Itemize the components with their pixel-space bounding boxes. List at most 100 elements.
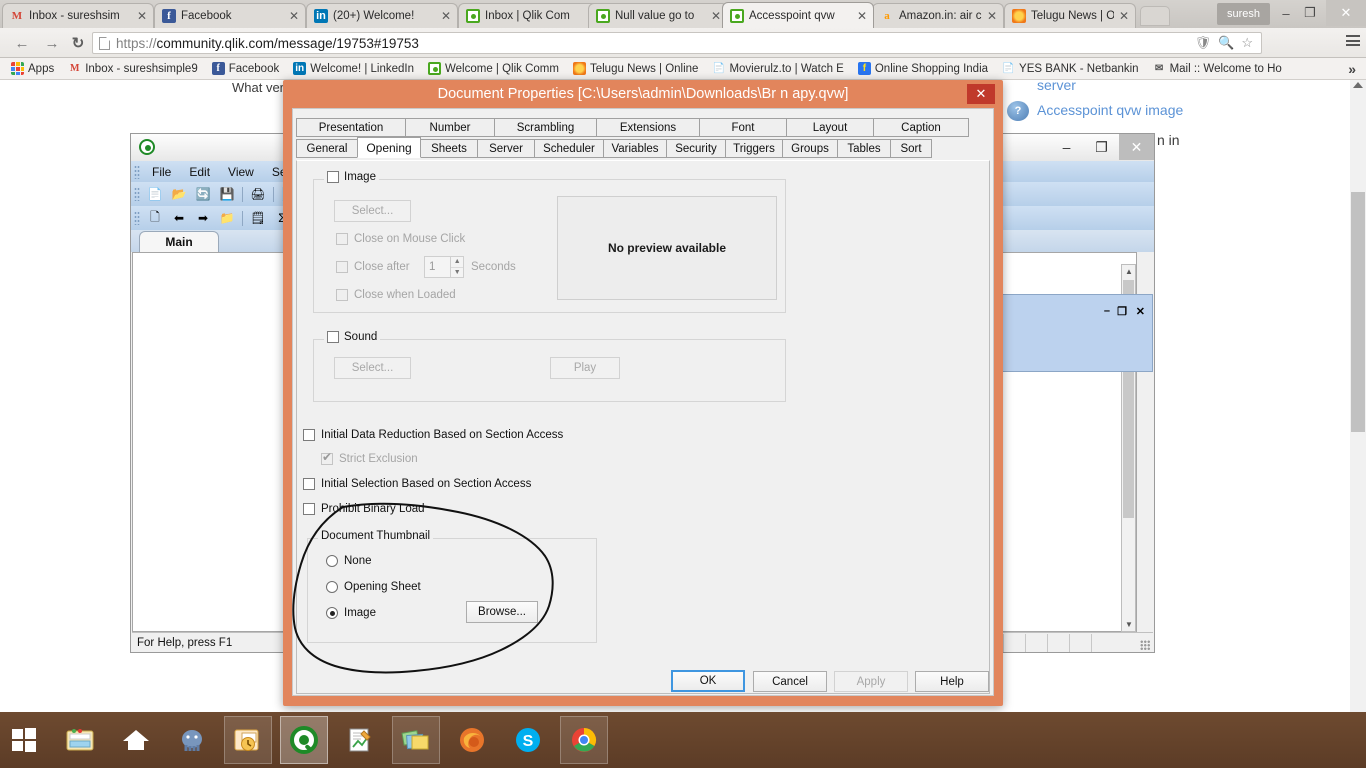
tab-font[interactable]: Font — [699, 118, 787, 137]
browser-tab-0[interactable]: M Inbox - sureshsim ✕ — [2, 3, 154, 28]
postgresql-button[interactable] — [168, 716, 216, 764]
start-button[interactable] — [0, 716, 48, 764]
bookmark-linkedin[interactable]: in Welcome! | LinkedIn — [286, 59, 421, 79]
profile-button[interactable]: suresh — [1216, 3, 1270, 25]
close-on-mouse-click-checkbox[interactable] — [336, 233, 348, 245]
tab-number[interactable]: Number — [405, 118, 495, 137]
bookmark-mail[interactable]: ✉ Mail :: Welcome to Ho — [1146, 59, 1289, 79]
menubar-grip[interactable] — [134, 164, 140, 179]
tab-opening-active[interactable]: Opening — [357, 137, 421, 158]
bookmark-telugu-news[interactable]: Telugu News | Online — [566, 59, 705, 79]
qv-close-button[interactable]: ✕ — [1119, 134, 1154, 160]
apply-button[interactable]: Apply — [834, 671, 908, 692]
sound-select-button[interactable]: Select... — [334, 357, 411, 379]
prohibit-binary-load-row[interactable]: Prohibit Binary Load — [303, 503, 425, 515]
tab-variables[interactable]: Variables — [603, 139, 667, 158]
sound-checkbox[interactable] — [327, 331, 339, 343]
close-when-loaded-checkbox[interactable] — [336, 289, 348, 301]
thumbnail-browse-button[interactable]: Browse... — [466, 601, 538, 623]
new-document-icon[interactable]: 📄 — [145, 185, 165, 203]
bookmark-movierulz[interactable]: 📄 Movierulz.to | Watch E — [705, 59, 850, 79]
menu-file[interactable]: File — [143, 165, 180, 179]
close-after-value[interactable]: 1 — [425, 257, 450, 277]
tab-scrambling[interactable]: Scrambling — [494, 118, 597, 137]
bookmark-gmail[interactable]: M Inbox - sureshsimple9 — [61, 59, 205, 79]
tab-caption[interactable]: Caption — [873, 118, 969, 137]
tab-triggers[interactable]: Triggers — [725, 139, 783, 158]
bookmarks-overflow-button[interactable]: » — [1348, 61, 1362, 77]
tab-layout[interactable]: Layout — [786, 118, 874, 137]
chrome-menu-button[interactable] — [1346, 35, 1360, 46]
close-on-mouse-click-row[interactable]: Close on Mouse Click — [336, 233, 465, 245]
tab-presentation[interactable]: Presentation — [296, 118, 406, 137]
spinner-down-icon[interactable]: ▼ — [451, 268, 463, 278]
forward-button[interactable]: → — [42, 34, 62, 52]
strict-exclusion-row[interactable]: Strict Exclusion — [321, 450, 418, 465]
browser-tab-4[interactable]: Null value go to ✕ — [588, 3, 728, 28]
bookmark-yesbank[interactable]: 📄 YES BANK - Netbankin — [995, 59, 1146, 79]
forward-icon[interactable]: ➡ — [193, 209, 213, 227]
initial-selection-checkbox[interactable] — [303, 478, 315, 490]
tab-extensions[interactable]: Extensions — [596, 118, 700, 137]
menu-view[interactable]: View — [219, 165, 263, 179]
bookmark-flipkart[interactable]: f Online Shopping India — [851, 59, 995, 79]
initial-data-reduction-row[interactable]: Initial Data Reduction Based on Section … — [303, 429, 563, 441]
scroll-up-icon[interactable] — [1353, 82, 1363, 88]
initial-selection-row[interactable]: Initial Selection Based on Section Acces… — [303, 478, 531, 490]
back-button[interactable]: ← — [12, 34, 32, 52]
ok-button[interactable]: OK — [671, 670, 745, 692]
browser-tab-5-active[interactable]: Accesspoint qvw ✕ — [722, 2, 874, 28]
thumbnail-image-radio[interactable] — [326, 607, 338, 619]
page-scrollbar[interactable] — [1350, 80, 1366, 712]
bookmark-apps[interactable]: Apps — [4, 59, 61, 79]
qlikview-button[interactable] — [280, 716, 328, 764]
tab-close-icon[interactable]: ✕ — [441, 10, 453, 22]
cancel-button[interactable]: Cancel — [753, 671, 827, 692]
reload-icon[interactable]: 🔄 — [193, 185, 213, 203]
thumbnail-image-row[interactable]: Image — [326, 607, 376, 619]
doc-restore-icon[interactable]: ❐ — [1117, 305, 1127, 318]
scroll-up-icon[interactable]: ▲ — [1125, 267, 1133, 276]
tab-general[interactable]: General — [296, 139, 358, 158]
doc-minimize-icon[interactable]: – — [1104, 305, 1110, 317]
address-bar[interactable]: https://community.qlik.com/message/19753… — [92, 32, 1262, 54]
list-box-icon[interactable]: 🗒 — [248, 209, 268, 227]
strict-exclusion-checkbox[interactable] — [321, 450, 333, 465]
spinner-up-icon[interactable]: ▲ — [451, 257, 463, 268]
bookmark-facebook[interactable]: f Facebook — [205, 59, 287, 79]
thumbnail-opening-sheet-radio[interactable] — [326, 581, 338, 593]
folders-app-button[interactable] — [392, 716, 440, 764]
thumbnail-none-row[interactable]: None — [326, 555, 372, 567]
tab-sort[interactable]: Sort — [890, 139, 932, 158]
page-info-icon[interactable] — [99, 36, 110, 50]
shield-icon[interactable]: 🛡 — [1195, 35, 1212, 51]
image-checkbox[interactable] — [327, 171, 339, 183]
window-restore-button[interactable]: ❐ — [1294, 0, 1326, 26]
toolbar-grip[interactable] — [134, 211, 140, 225]
tab-close-icon[interactable]: ✕ — [857, 10, 869, 22]
toolbar-grip[interactable] — [134, 187, 140, 201]
save-icon[interactable]: 💾 — [217, 185, 237, 203]
print-icon[interactable]: 🖨 — [248, 185, 268, 203]
sheet-tab-main[interactable]: Main — [139, 231, 219, 252]
back-icon[interactable]: ⬅ — [169, 209, 189, 227]
close-after-checkbox[interactable] — [336, 261, 348, 273]
tab-close-icon[interactable]: ✕ — [137, 10, 149, 22]
zoom-icon[interactable]: 🔍 — [1218, 35, 1234, 51]
tab-server[interactable]: Server — [477, 139, 535, 158]
qv-restore-button[interactable]: ❐ — [1084, 134, 1119, 160]
open-sheet-icon[interactable]: 📁 — [217, 209, 237, 227]
sound-play-button[interactable]: Play — [550, 357, 620, 379]
thumbnail-none-radio[interactable] — [326, 555, 338, 567]
notepad-editor-button[interactable] — [336, 716, 384, 764]
file-explorer-button[interactable] — [56, 716, 104, 764]
reload-button[interactable]: ↻ — [68, 34, 88, 52]
accesspoint-link[interactable]: Accesspoint qvw image — [1037, 102, 1183, 118]
doc-close-icon[interactable]: ✕ — [1136, 305, 1145, 318]
skype-button[interactable]: S — [504, 716, 552, 764]
tab-tables[interactable]: Tables — [837, 139, 891, 158]
image-select-button[interactable]: Select... — [334, 200, 411, 222]
bookmark-qlik[interactable]: Welcome | Qlik Comm — [421, 59, 566, 79]
home-button[interactable] — [112, 716, 160, 764]
close-when-loaded-row[interactable]: Close when Loaded — [336, 289, 456, 301]
